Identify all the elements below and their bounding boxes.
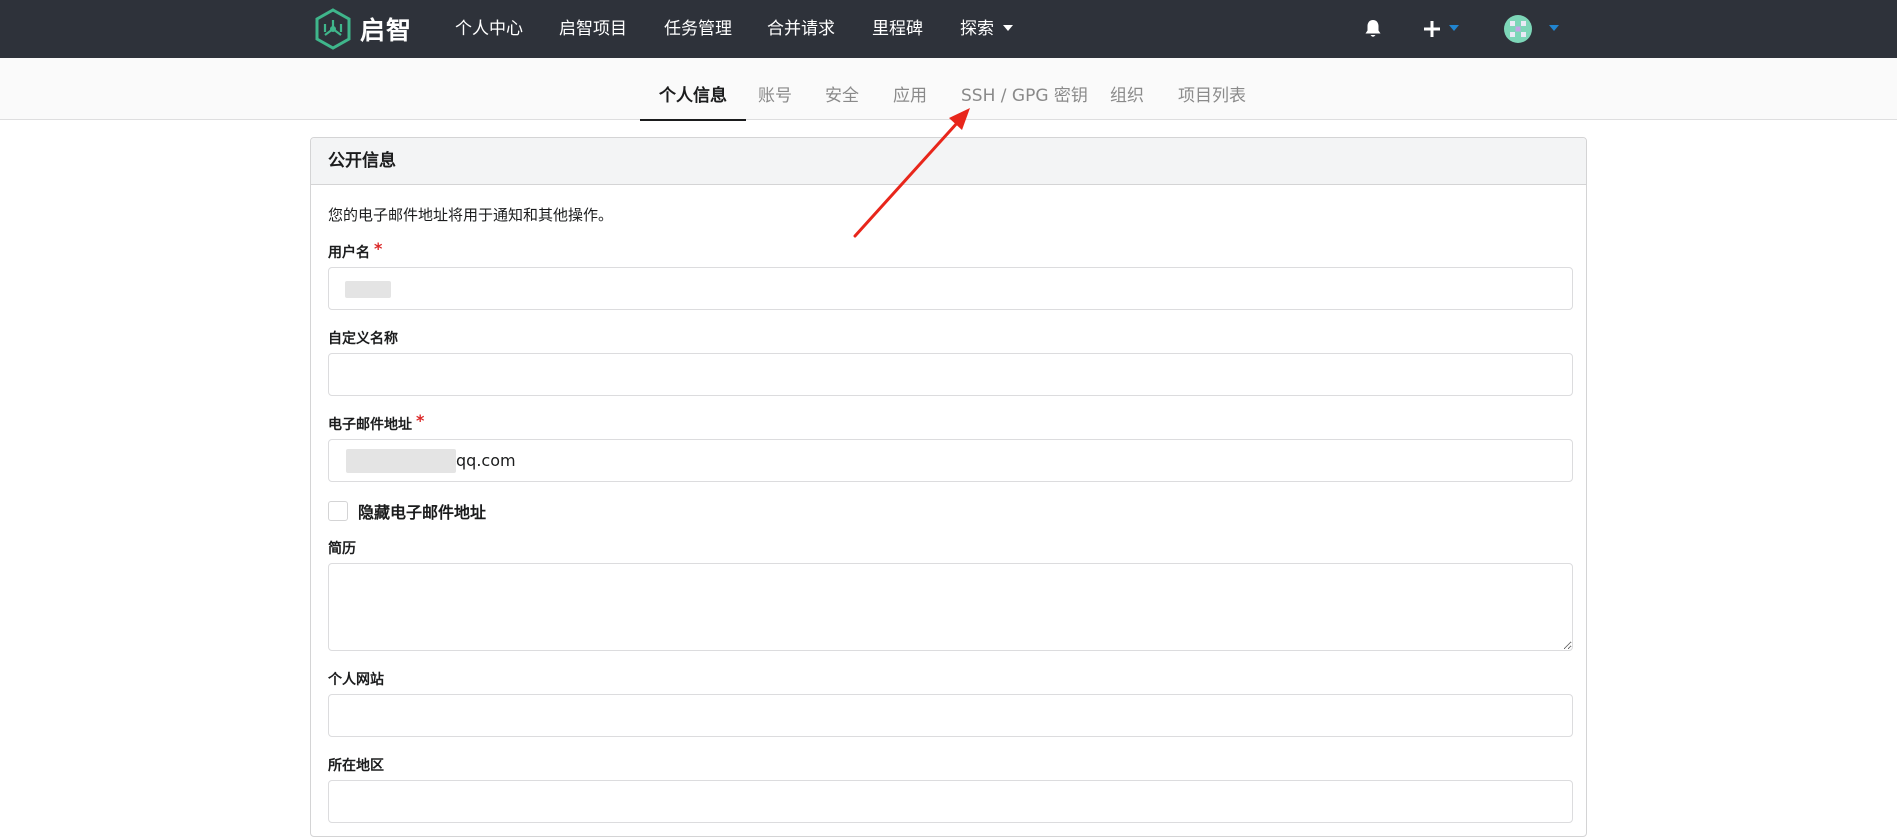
nav-milestones[interactable]: 里程碑: [872, 0, 923, 58]
email-value-suffix: qq.com: [456, 451, 516, 470]
create-new-dropdown[interactable]: [1424, 0, 1459, 58]
nav-projects[interactable]: 启智项目: [559, 0, 627, 58]
chevron-down-icon: [1449, 24, 1459, 31]
email-label: 电子邮件地址 *: [328, 411, 425, 434]
plus-icon: [1424, 21, 1440, 37]
chevron-down-icon: [1549, 24, 1559, 31]
email-label-text: 电子邮件地址: [328, 417, 412, 433]
nav-explore[interactable]: 探索: [960, 0, 1013, 58]
redacted-username: [345, 281, 391, 298]
required-mark: *: [374, 239, 383, 258]
tab-ssh-gpg-keys[interactable]: SSH / GPG 密钥: [961, 58, 1088, 119]
email-help-text: 您的电子邮件地址将用于通知和其他操作。: [328, 206, 614, 224]
avatar-icon: [1504, 15, 1532, 43]
tab-security[interactable]: 安全: [825, 58, 859, 119]
tab-organizations[interactable]: 组织: [1110, 58, 1144, 119]
location-input[interactable]: [328, 780, 1573, 823]
full-name-input[interactable]: [328, 353, 1573, 396]
bell-icon: [1365, 20, 1381, 37]
brand-logo-icon: [315, 8, 351, 50]
hide-email-checkbox[interactable]: 隐藏电子邮件地址: [328, 499, 486, 523]
required-mark: *: [416, 411, 425, 430]
settings-tabs: 个人信息 账号 安全 应用 SSH / GPG 密钥 组织 项目列表: [0, 58, 1897, 121]
top-navbar: 启智 个人中心 启智项目 任务管理 合并请求 里程碑 探索: [0, 0, 1897, 58]
chevron-down-icon: [1003, 24, 1013, 31]
tab-profile[interactable]: 个人信息: [640, 58, 746, 121]
location-label: 所在地区: [328, 758, 384, 774]
nav-explore-label: 探索: [960, 19, 994, 39]
redacted-email: [346, 448, 456, 473]
bio-textarea[interactable]: [328, 563, 1573, 651]
public-info-panel: 公开信息 您的电子邮件地址将用于通知和其他操作。 用户名 * 自定义名称 电子邮件…: [310, 137, 1587, 837]
tab-repositories[interactable]: 项目列表: [1178, 58, 1246, 119]
checkbox-box[interactable]: [328, 501, 348, 521]
brand-logo[interactable]: 启智: [314, 8, 412, 50]
hide-email-label: 隐藏电子邮件地址: [358, 503, 487, 522]
username-input[interactable]: [328, 267, 1573, 310]
bio-label: 简历: [328, 541, 356, 557]
tab-account[interactable]: 账号: [758, 58, 792, 119]
tab-applications[interactable]: 应用: [893, 58, 927, 119]
email-input[interactable]: qq.com: [328, 439, 1573, 482]
user-menu-dropdown[interactable]: [1503, 0, 1559, 58]
full-name-label: 自定义名称: [328, 331, 398, 347]
panel-title: 公开信息: [311, 138, 1586, 185]
website-input[interactable]: [328, 694, 1573, 737]
notifications-button[interactable]: [1364, 0, 1382, 58]
nav-tasks[interactable]: 任务管理: [664, 0, 732, 58]
website-label: 个人网站: [328, 672, 384, 688]
brand-name: 启智: [360, 16, 413, 45]
nav-personal-center[interactable]: 个人中心: [455, 0, 523, 58]
username-label: 用户名 *: [328, 239, 383, 262]
nav-pull-requests[interactable]: 合并请求: [767, 0, 835, 58]
username-label-text: 用户名: [328, 245, 370, 261]
